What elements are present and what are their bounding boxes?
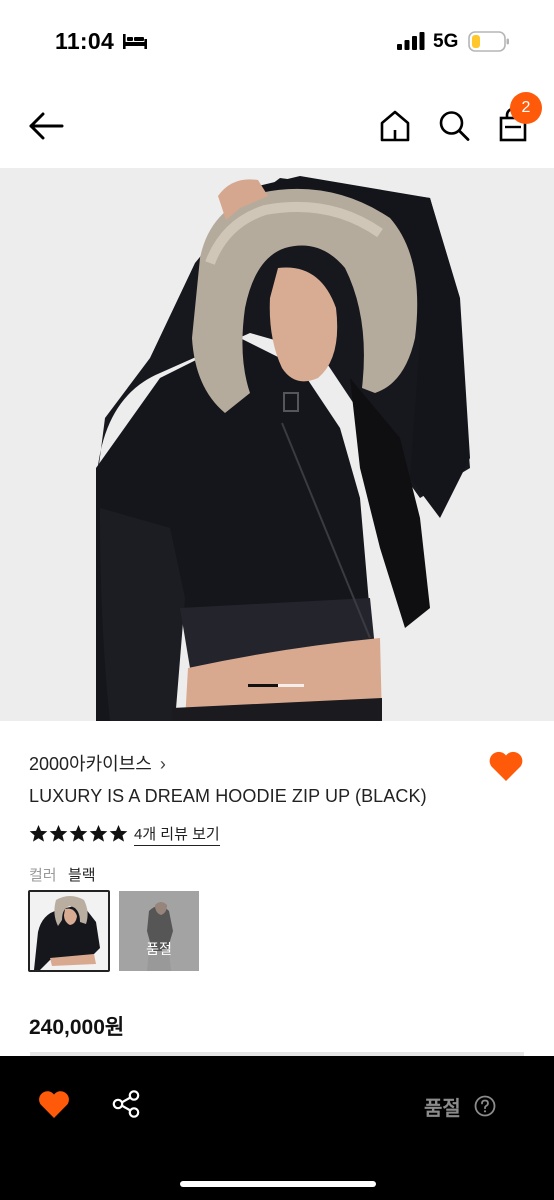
cart-count-badge: 2 xyxy=(510,92,542,124)
bottom-action-bar xyxy=(0,1052,554,1200)
star-icon xyxy=(49,824,68,842)
nav-bar xyxy=(0,90,554,168)
status-bar: 11:04 5G xyxy=(0,0,554,80)
star-icon xyxy=(89,824,108,842)
product-name: LUXURY IS A DREAM HOODIE ZIP UP (BLACK) xyxy=(29,786,427,806)
review-link[interactable]: 4개 리뷰 보기 xyxy=(134,823,220,846)
color-swatch-soldout[interactable]: 품절 xyxy=(119,891,199,971)
swatch-thumbnail xyxy=(30,892,108,970)
home-indicator xyxy=(180,1181,376,1187)
star-icon xyxy=(69,824,88,842)
soldout-overlay xyxy=(119,891,199,971)
carousel-indicator-active xyxy=(248,684,278,687)
brand-link[interactable]: 2000아카이브스 › xyxy=(29,750,166,776)
network-type: 5G xyxy=(433,31,459,52)
help-circle-icon[interactable] xyxy=(474,1095,496,1117)
star-icon xyxy=(29,824,48,842)
swatch-soldout-label: 품절 xyxy=(146,941,172,957)
brand-name: 2000아카이브스 xyxy=(29,754,152,774)
carousel-indicator-track xyxy=(278,684,304,687)
color-value: 블랙 xyxy=(68,867,96,884)
product-image-carousel[interactable] xyxy=(0,168,554,721)
battery-icon xyxy=(468,31,509,52)
chevron-right-icon: › xyxy=(159,754,166,774)
product-photo xyxy=(0,168,554,721)
sleep-bed-icon xyxy=(123,34,147,49)
soldout-button[interactable]: 품절 xyxy=(424,1092,461,1121)
sheet-edge xyxy=(30,1052,524,1056)
product-price: 240,000원 xyxy=(29,1016,125,1039)
carousel-indicator xyxy=(248,684,304,687)
home-icon[interactable] xyxy=(378,108,412,144)
share-icon[interactable] xyxy=(111,1089,141,1119)
star-rating xyxy=(29,824,128,844)
color-swatch-selected[interactable] xyxy=(28,890,110,972)
star-icon xyxy=(109,824,128,842)
back-arrow-icon[interactable] xyxy=(26,108,66,144)
heart-icon[interactable] xyxy=(37,1088,71,1120)
cellular-signal-icon xyxy=(397,32,425,50)
search-icon[interactable] xyxy=(437,108,471,144)
heart-icon[interactable] xyxy=(487,748,525,784)
status-time: 11:04 xyxy=(55,28,115,54)
color-label: 컬러 xyxy=(29,867,57,884)
